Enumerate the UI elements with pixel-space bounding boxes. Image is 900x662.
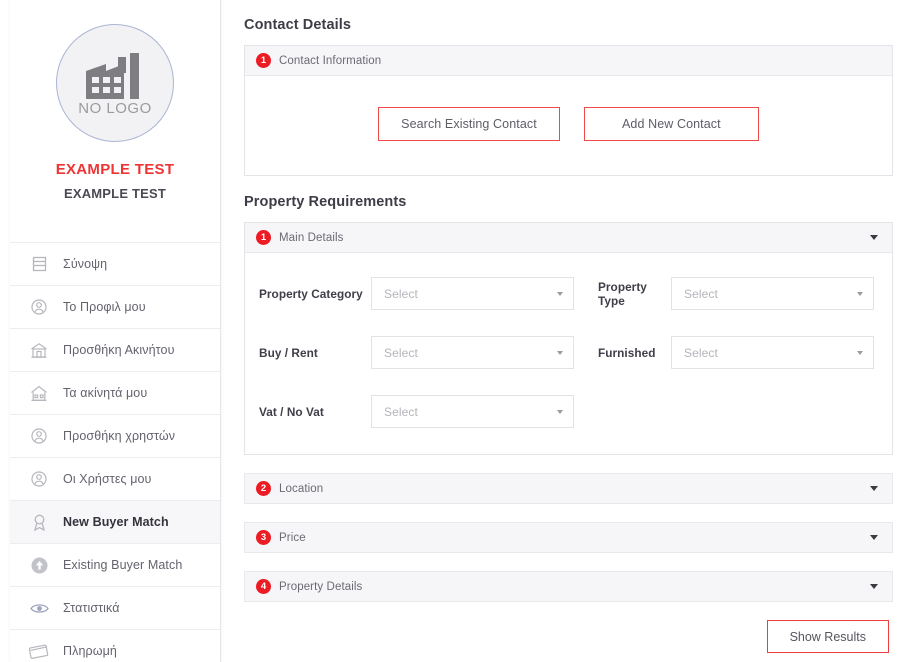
buy-rent-select[interactable]: Select bbox=[371, 336, 574, 369]
furnished-label: Furnished bbox=[598, 345, 656, 360]
panel-title: Price bbox=[279, 531, 306, 544]
sidebar-item-label: Το Προφιλ μου bbox=[63, 300, 146, 314]
select-value: Select bbox=[384, 286, 418, 301]
panel-title: Main Details bbox=[279, 231, 344, 244]
main-details-panel: 1 Main Details Property Category Select … bbox=[244, 222, 893, 455]
property-type-label: Property Type bbox=[598, 279, 647, 308]
credit-card-icon bbox=[26, 643, 52, 659]
property-category-label: Property Category bbox=[259, 286, 363, 301]
sidebar-item-label: Προσθήκη χρηστών bbox=[63, 429, 176, 443]
sidebar-item-my-users[interactable]: Οι Χρήστες μου bbox=[10, 457, 220, 500]
contact-information-header: 1 Contact Information bbox=[245, 46, 892, 76]
eye-icon bbox=[26, 602, 52, 615]
sidebar-item-label: Τα ακίνητά μου bbox=[63, 386, 148, 400]
sidebar: NO LOGO EXAMPLE TEST EXAMPLE TEST Σύνοψη bbox=[10, 0, 221, 662]
panel-title: Contact Information bbox=[279, 54, 382, 67]
vat-no-vat-label: Vat / No Vat bbox=[259, 404, 324, 419]
award-icon bbox=[26, 514, 52, 531]
house-icon bbox=[26, 385, 52, 402]
sidebar-item-synopsi[interactable]: Σύνοψη bbox=[10, 242, 220, 285]
sidebar-item-existing-buyer-match[interactable]: Existing Buyer Match bbox=[10, 543, 220, 586]
buy-rent-label: Buy / Rent bbox=[259, 345, 318, 360]
user-circle-icon bbox=[26, 471, 52, 487]
logo-placeholder-text: NO LOGO bbox=[78, 100, 152, 117]
sidebar-item-statistics[interactable]: Στατιστικά bbox=[10, 586, 220, 629]
location-section-header[interactable]: 2 Location bbox=[244, 473, 893, 504]
property-requirements-title: Property Requirements bbox=[244, 194, 407, 210]
vat-no-vat-select[interactable]: Select bbox=[371, 395, 574, 428]
add-new-contact-button[interactable]: Add New Contact bbox=[583, 107, 759, 141]
app-root: NO LOGO EXAMPLE TEST EXAMPLE TEST Σύνοψη bbox=[0, 0, 900, 662]
sidebar-item-label: Σύνοψη bbox=[63, 257, 108, 271]
furnished-select[interactable]: Select bbox=[671, 336, 874, 369]
contact-details-title: Contact Details bbox=[244, 17, 352, 33]
select-value: Select bbox=[684, 286, 718, 301]
contact-information-body: Search Existing Contact Add New Contact bbox=[245, 76, 892, 175]
sidebar-item-label: Existing Buyer Match bbox=[63, 558, 183, 572]
chevron-down-icon bbox=[557, 409, 563, 414]
main-details-form: Property Category Select Property Type S… bbox=[245, 253, 892, 454]
chevron-down-icon bbox=[857, 291, 863, 296]
property-details-section-header[interactable]: 4 Property Details bbox=[244, 571, 893, 602]
show-results-button[interactable]: Show Results bbox=[766, 620, 889, 653]
chevron-down-icon bbox=[557, 350, 563, 355]
chevron-down-icon bbox=[857, 350, 863, 355]
step-badge: 3 bbox=[256, 530, 271, 545]
sidebar-item-label: Οι Χρήστες μου bbox=[63, 472, 152, 486]
chevron-down-icon[interactable] bbox=[870, 584, 878, 589]
sidebar-item-label: Προσθήκη Ακινήτου bbox=[63, 343, 175, 357]
sidebar-item-label: Πληρωμή bbox=[63, 643, 117, 658]
factory-icon bbox=[84, 49, 146, 99]
panel-title: Location bbox=[279, 482, 324, 495]
step-badge: 2 bbox=[256, 481, 271, 496]
footer-actions: Show Results bbox=[244, 620, 893, 653]
step-badge: 1 bbox=[256, 230, 271, 245]
step-badge: 4 bbox=[256, 579, 271, 594]
sidebar-nav: Σύνοψη Το Προφιλ μου Προσθήκη Ακινήτου Τ… bbox=[10, 242, 220, 662]
select-value: Select bbox=[384, 345, 418, 360]
user-circle-icon bbox=[26, 428, 52, 444]
step-badge: 1 bbox=[256, 53, 271, 68]
main-details-header[interactable]: 1 Main Details bbox=[245, 223, 892, 253]
sidebar-item-new-buyer-match[interactable]: New Buyer Match bbox=[10, 500, 220, 543]
sidebar-item-payment[interactable]: Πληρωμή bbox=[10, 629, 220, 662]
select-value: Select bbox=[684, 345, 718, 360]
summary-icon bbox=[26, 256, 52, 272]
arrow-up-circle-icon bbox=[26, 557, 52, 574]
chevron-down-icon[interactable] bbox=[870, 235, 878, 240]
building-icon bbox=[26, 342, 52, 359]
sidebar-item-my-profile[interactable]: Το Προφιλ μου bbox=[10, 285, 220, 328]
search-existing-contact-button[interactable]: Search Existing Contact bbox=[378, 107, 560, 141]
panel-title: Property Details bbox=[279, 580, 363, 593]
property-category-select[interactable]: Select bbox=[371, 277, 574, 310]
sidebar-item-my-properties[interactable]: Τα ακίνητά μου bbox=[10, 371, 220, 414]
sidebar-item-label: New Buyer Match bbox=[63, 515, 169, 529]
main-content: Contact Details 1 Contact Information Se… bbox=[221, 0, 900, 662]
brand-subtitle: EXAMPLE TEST bbox=[63, 186, 167, 201]
property-type-select[interactable]: Select bbox=[671, 277, 874, 310]
contact-information-panel: 1 Contact Information Search Existing Co… bbox=[244, 45, 893, 176]
user-circle-icon bbox=[26, 299, 52, 315]
brand-title: EXAMPLE TEST bbox=[55, 161, 175, 178]
sidebar-item-label: Στατιστικά bbox=[63, 601, 120, 615]
select-value: Select bbox=[384, 404, 418, 419]
brand-block: NO LOGO EXAMPLE TEST EXAMPLE TEST bbox=[10, 0, 220, 201]
logo: NO LOGO bbox=[56, 24, 174, 142]
chevron-down-icon[interactable] bbox=[870, 535, 878, 540]
sidebar-item-add-users[interactable]: Προσθήκη χρηστών bbox=[10, 414, 220, 457]
sidebar-item-add-property[interactable]: Προσθήκη Ακινήτου bbox=[10, 328, 220, 371]
chevron-down-icon[interactable] bbox=[870, 486, 878, 491]
chevron-down-icon bbox=[557, 291, 563, 296]
price-section-header[interactable]: 3 Price bbox=[244, 522, 893, 553]
